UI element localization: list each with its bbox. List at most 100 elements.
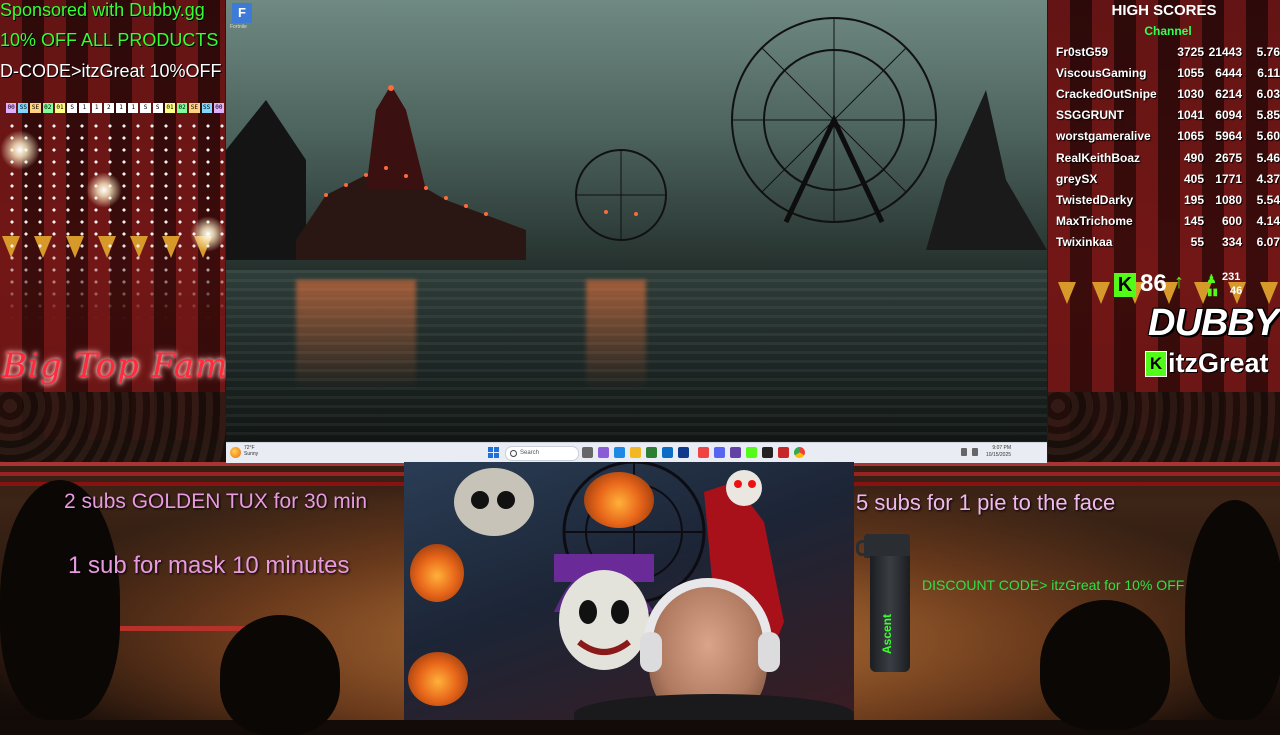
- start-button[interactable]: [488, 447, 499, 458]
- score-a: 1041: [1177, 108, 1204, 123]
- webcam-feed: [404, 462, 854, 720]
- discount-code: DISCOUNT CODE> itzGreat for 10% OFF: [922, 577, 1185, 593]
- player-name: greySX: [1056, 171, 1098, 186]
- player-name: worstgameralive: [1056, 129, 1151, 144]
- taskbar-app-icon[interactable]: [646, 447, 657, 458]
- ticker-cell: 1: [91, 103, 102, 113]
- high-score-row: RealKeithBoaz 490 2675 5.46: [1056, 151, 1280, 172]
- ticker-cell: 01: [164, 103, 176, 113]
- volume-icon[interactable]: [961, 448, 967, 456]
- ticker-cell: 2: [103, 103, 114, 113]
- high-score-row: ViscousGaming 1055 6444 6.11: [1056, 66, 1280, 87]
- obs-icon[interactable]: [762, 447, 773, 458]
- audience-silhouette: [1185, 500, 1280, 720]
- taskbar-app-icon[interactable]: [614, 447, 625, 458]
- score-a: 3725: [1177, 45, 1204, 59]
- spotlight: [0, 130, 40, 170]
- score-a: 490: [1183, 150, 1204, 165]
- clock-date: 10/15/2025: [986, 452, 1012, 458]
- ticker-cell: 1: [79, 103, 90, 113]
- ticker-cell: 1: [128, 103, 139, 113]
- score-b: 600: [1221, 213, 1242, 228]
- twitch-icon[interactable]: [730, 447, 741, 458]
- weather-condition: Sunny: [244, 451, 259, 457]
- score-c: 5.85: [1256, 108, 1280, 123]
- outlook-icon[interactable]: [678, 447, 689, 458]
- high-score-row: MaxTrichome 145 600 4.14: [1056, 214, 1280, 235]
- channel-name: itzGreat: [1168, 348, 1269, 378]
- ticker-cell: 02: [177, 103, 188, 113]
- game-scene: [226, 0, 1047, 442]
- score-c: 5.54: [1256, 192, 1280, 207]
- kick-app-icon[interactable]: [746, 447, 757, 458]
- score-a: 55: [1190, 234, 1204, 249]
- score-b: 5964: [1215, 129, 1242, 144]
- high-scores-subtitle: Channel: [1144, 24, 1192, 38]
- audience-silhouette: [220, 615, 340, 735]
- weather-widget[interactable]: 72°F Sunny: [244, 445, 258, 457]
- light-reflection: [586, 280, 646, 390]
- score-a: 195: [1183, 192, 1204, 207]
- weather-icon[interactable]: [230, 447, 241, 458]
- light-reflection: [296, 280, 416, 390]
- sub-goal-tux: 2 subs GOLDEN TUX for 30 min: [64, 490, 368, 513]
- score-c: 4.37: [1256, 171, 1280, 186]
- high-score-row: CrackedOutSnipe 1030 6214 6.03: [1056, 87, 1280, 108]
- high-score-row: TwistedDarky 195 1080 5.54: [1056, 193, 1280, 214]
- follower-count: 231: [1222, 271, 1241, 283]
- dubby-logo: DUBBY: [1148, 302, 1279, 344]
- sponsor-offer: 10% OFF ALL PRODUCTS: [0, 30, 219, 50]
- ticker-cell: 02: [42, 103, 53, 113]
- subscriber-count: 46: [1230, 285, 1243, 297]
- shaker-brand: Ascent: [880, 613, 894, 654]
- sub-goal-mask: 1 sub for mask 10 minutes: [68, 552, 350, 579]
- kick-logo-icon: K: [1114, 273, 1136, 297]
- player-name: RealKeithBoaz: [1056, 150, 1141, 165]
- network-icon[interactable]: [972, 448, 978, 456]
- taskbar-search[interactable]: Search: [505, 446, 579, 461]
- high-score-row: Fr0stG59 3725 21443 5.76: [1056, 45, 1280, 66]
- score-b: 2675: [1215, 150, 1242, 165]
- player-name: TwistedDarky: [1056, 192, 1134, 207]
- score-c: 5.46: [1256, 150, 1280, 165]
- jack-o-lantern: [408, 652, 468, 706]
- brave-browser-icon[interactable]: [698, 447, 709, 458]
- color-ticker: 00 SS SE 02 01 S 1 1 2 1 1 S S 01 02 SE …: [6, 103, 224, 113]
- desktop-icon-label: Fortnite: [230, 24, 247, 30]
- search-icon: [510, 450, 517, 457]
- score-a: 1065: [1177, 129, 1204, 144]
- high-score-row: greySX 405 1771 4.37: [1056, 172, 1280, 193]
- high-score-row: worstgameralive 1065 5964 5.60: [1056, 129, 1280, 150]
- audience-silhouette: [0, 480, 120, 720]
- search-placeholder: Search: [520, 450, 540, 456]
- score-b: 6214: [1215, 87, 1242, 102]
- task-view-icon[interactable]: [582, 447, 593, 458]
- player-name: Fr0stG59: [1056, 45, 1109, 59]
- headset-earcup: [758, 632, 780, 672]
- score-b: 1080: [1215, 192, 1242, 207]
- fortnite-desktop-icon[interactable]: F: [232, 3, 252, 23]
- trend-up-icon: ↑: [1174, 271, 1184, 293]
- file-explorer-icon[interactable]: [630, 447, 641, 458]
- taskbar-app-icon[interactable]: [778, 447, 789, 458]
- ticker-cell: SE: [189, 103, 200, 113]
- chrome-icon[interactable]: [794, 447, 805, 458]
- player-name: SSGGRUNT: [1056, 108, 1125, 123]
- ticker-cell: SS: [201, 103, 212, 113]
- player-name: Twixinkaa: [1056, 234, 1113, 249]
- system-clock[interactable]: 9:07 PM 10/15/2025: [986, 445, 1011, 459]
- headset-earcup: [640, 632, 662, 672]
- player-name: ViscousGaming: [1056, 66, 1147, 81]
- ticker-cell: S: [140, 103, 151, 113]
- follower-icon: ♟: [1206, 272, 1217, 286]
- score-b: 6094: [1215, 108, 1242, 123]
- taskbar-app-icon[interactable]: [598, 447, 609, 458]
- ticker-cell: SE: [30, 103, 41, 113]
- score-b: 1771: [1215, 171, 1242, 186]
- discord-icon[interactable]: [714, 447, 725, 458]
- sponsor-code: D-CODE>itzGreat 10%OFF: [0, 61, 222, 81]
- sponsor-headline: Sponsored with Dubby.gg: [0, 0, 205, 20]
- taskbar-app-icon[interactable]: [662, 447, 673, 458]
- ticker-cell: 00: [6, 103, 17, 113]
- ticker-cell: SS: [18, 103, 29, 113]
